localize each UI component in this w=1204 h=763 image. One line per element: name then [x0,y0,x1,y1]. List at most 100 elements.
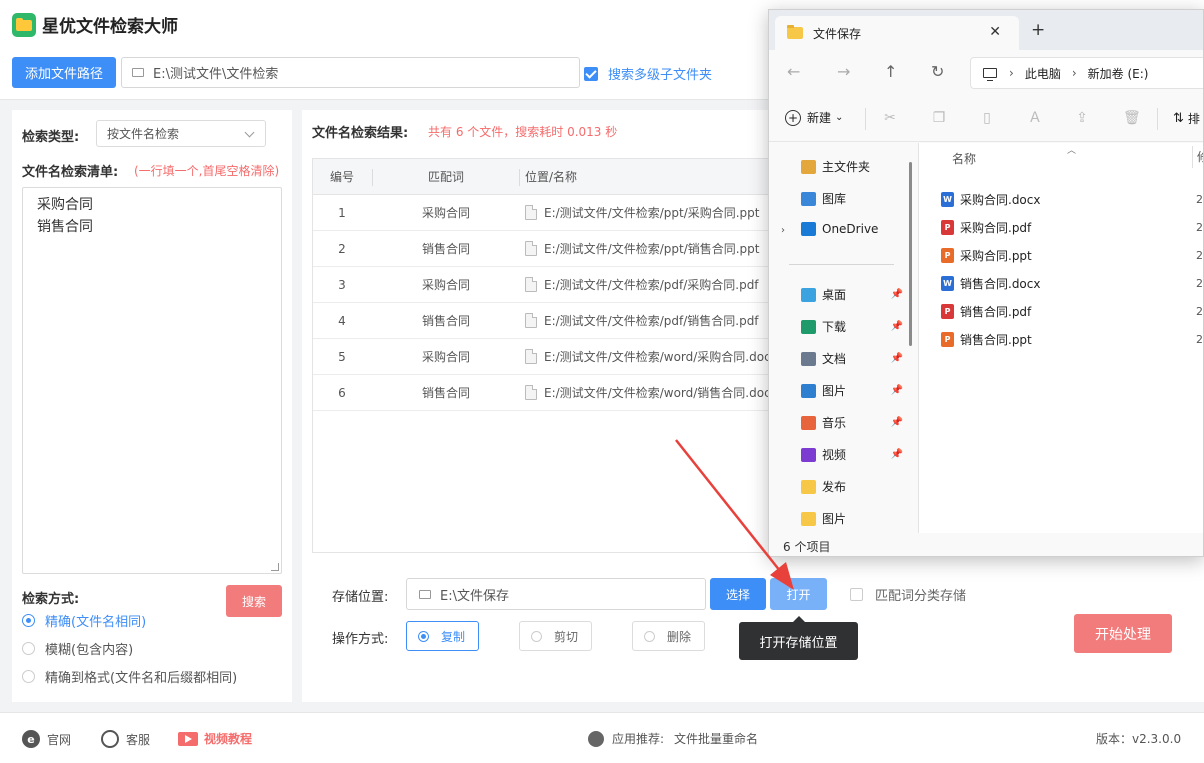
table-header: 编号 匹配词 位置/名称 [313,159,781,195]
select-storage-button[interactable]: 选择 [710,578,766,610]
toolbar-divider [865,108,866,130]
table-row[interactable]: 2 销售合同 E:/测试文件/文件检索/ppt/销售合同.ppt [313,231,781,267]
storage-label: 存储位置: [332,590,389,605]
share-icon[interactable]: ⇪ [1074,110,1090,126]
sidebar-item[interactable]: 主文件夹 [801,158,905,175]
close-tab-icon[interactable]: ✕ [989,24,1001,40]
file-list-item[interactable]: P 销售合同.pdf 2 [941,303,1203,320]
file-list-item[interactable]: P 销售合同.ppt 2 [941,331,1203,348]
sidebar-scrollbar[interactable] [909,162,912,346]
sidebar-item-label: 图片 [822,384,847,398]
mode-exact-radio[interactable]: 精确(文件名相同) [22,611,146,630]
sort-icon: ⇅ [1173,111,1184,126]
copy-icon[interactable]: ❐ [931,110,947,126]
column-header-number: 编号 [329,170,354,184]
sidebar-item[interactable]: OneDrive [801,222,905,236]
file-list-item[interactable]: W 销售合同.docx 2 [941,275,1203,292]
file-list-item[interactable]: P 采购合同.pdf 2 [941,219,1203,236]
sidebar-item[interactable]: 文档 📌 [801,350,905,367]
mode-fuzzy-radio[interactable]: 模糊(包含内容) [22,639,133,658]
cell-path: E:/测试文件/文件检索/ppt/销售合同.ppt [521,240,781,257]
storage-path-input[interactable]: E:\文件保存 [406,578,706,610]
sidebar-item[interactable]: 桌面 📌 [801,286,905,303]
open-storage-button[interactable]: 打开 [770,578,827,610]
storage-path-value: E:\文件保存 [440,588,509,604]
sidebar-item[interactable]: 下载 📌 [801,318,905,335]
cell-path-text: E:/测试文件/文件检索/word/销售合同.docx [544,386,778,400]
address-bar[interactable]: › 此电脑 › 新加卷 (E:) [970,57,1203,89]
rename-icon[interactable]: Ａ [1027,110,1043,126]
forward-arrow-icon[interactable]: → [837,62,850,81]
source-path-value: E:\测试文件\文件检索 [153,67,279,82]
sidebar-item[interactable]: 音乐 📌 [801,414,905,431]
mode-label: 精确到格式(文件名和后缀都相同) [45,671,238,686]
radio-selected-icon [418,630,429,642]
table-row[interactable]: 1 采购合同 E:/测试文件/文件检索/ppt/采购合同.ppt [313,195,781,231]
customer-service-link[interactable]: 客服 [101,730,150,748]
classify-storage-checkbox[interactable]: 匹配词分类存储 [850,585,966,604]
video-icon [801,447,816,462]
download-icon [801,319,816,334]
op-copy-radio[interactable]: 复制 [406,621,479,651]
resize-handle-icon[interactable] [271,563,279,571]
start-processing-button[interactable]: 开始处理 [1074,614,1172,653]
chevron-down-icon [244,127,255,138]
column-divider [1192,146,1193,168]
recommend-label: 应用推荐: [612,732,665,746]
desktop-icon [801,287,816,302]
table-row[interactable]: 4 销售合同 E:/测试文件/文件检索/pdf/销售合同.pdf [313,303,781,339]
source-path-input[interactable]: E:\测试文件\文件检索 [121,57,580,88]
paste-icon[interactable]: ▯ [979,110,995,126]
back-arrow-icon[interactable]: ← [787,62,800,81]
video-tutorial-link[interactable]: 视频教程 [178,730,252,747]
sidebar-item[interactable]: 图片 [801,510,905,527]
table-row[interactable]: 6 销售合同 E:/测试文件/文件检索/word/销售合同.docx [313,375,781,411]
breadcrumb-this-pc[interactable]: 此电脑 [1025,65,1061,82]
up-arrow-icon[interactable]: ↑ [884,62,897,81]
home-icon [801,159,816,174]
cut-icon[interactable]: ✂ [882,110,898,126]
expand-arrow-icon[interactable]: › [781,225,785,236]
file-list-item[interactable]: W 采购合同.docx 2 [941,191,1203,208]
file-name: 采购合同.docx [960,193,1041,207]
search-button[interactable]: 搜索 [226,585,282,617]
sidebar-item[interactable]: 发布 [801,478,905,495]
explorer-sidebar: › 主文件夹 图库 OneDrive 桌面 📌 下载 📌 文档 📌 图片 📌 音乐 📌 视频 📌 发布 图片 [769,143,917,533]
file-name: 采购合同.ppt [960,249,1032,263]
op-cut-radio[interactable]: 剪切 [519,621,592,651]
document-icon [801,351,816,366]
new-tab-icon[interactable]: + [1031,22,1045,39]
op-delete-radio[interactable]: 删除 [632,621,705,651]
table-row[interactable]: 3 采购合同 E:/测试文件/文件检索/pdf/采购合同.pdf [313,267,781,303]
column-header-modified[interactable]: 修 [1197,148,1203,165]
sidebar-item[interactable]: 视频 📌 [801,446,905,463]
computer-icon [983,68,997,81]
sort-button[interactable]: ⇅ 排 [1173,110,1200,127]
sidebar-item[interactable]: 图片 📌 [801,382,905,399]
pdf-file-icon: P [941,304,954,319]
gallery-icon [801,191,816,206]
column-header-name[interactable]: 名称 [952,150,976,167]
explorer-tab[interactable]: 文件保存 ✕ [775,16,1019,50]
table-row[interactable]: 5 采购合同 E:/测试文件/文件检索/word/采购合同.docx [313,339,781,375]
website-link[interactable]: e 官网 [22,730,71,748]
new-button[interactable]: + 新建 ⌄ [785,109,843,126]
op-label: 删除 [667,629,692,644]
file-list-item[interactable]: P 采购合同.ppt 2 [941,247,1203,264]
sidebar-item-label: 视频 [822,448,847,462]
plus-icon: + [785,109,801,126]
delete-icon[interactable]: 🗑 [1123,110,1141,126]
refresh-icon[interactable]: ↻ [931,62,944,81]
sidebar-item-label: OneDrive [822,222,879,236]
open-storage-tooltip: 打开存储位置 [739,616,858,660]
add-file-path-button[interactable]: 添加文件路径 [12,57,116,88]
ppt-file-icon: P [941,248,954,263]
search-type-select[interactable]: 按文件名检索 [96,120,266,147]
mode-exact-format-radio[interactable]: 精确到格式(文件名和后缀都相同) [22,667,237,686]
recommend-app-link[interactable]: 文件批量重命名 [674,730,758,747]
subfolder-checkbox[interactable]: 搜索多级子文件夹 [584,64,712,83]
sidebar-item[interactable]: 图库 [801,190,905,207]
breadcrumb-drive[interactable]: 新加卷 (E:) [1088,65,1149,82]
keyword-list-textarea[interactable]: 采购合同 销售合同 [22,187,282,574]
search-type-value: 按文件名检索 [107,127,180,141]
